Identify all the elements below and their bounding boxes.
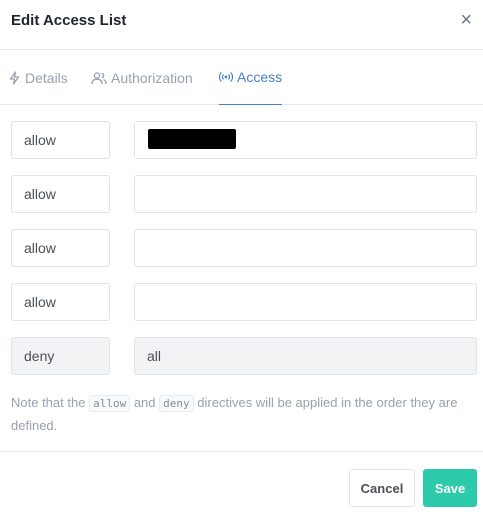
address-input[interactable] bbox=[134, 229, 477, 267]
modal-header: Edit Access List × bbox=[0, 0, 483, 50]
tab-authorization[interactable]: Authorization bbox=[91, 50, 193, 105]
access-rule-row: allow bbox=[11, 175, 477, 213]
access-rule-row: allow bbox=[11, 229, 477, 267]
access-rule-row: allow bbox=[11, 283, 477, 321]
address-input[interactable] bbox=[134, 121, 477, 159]
bolt-icon bbox=[8, 70, 21, 85]
code-deny: deny bbox=[159, 395, 194, 412]
directive-select[interactable]: allow bbox=[11, 175, 110, 213]
cancel-button[interactable]: Cancel bbox=[349, 469, 415, 507]
directive-select[interactable]: allow bbox=[11, 229, 110, 267]
modal-footer: Cancel Save bbox=[0, 451, 483, 516]
tab-bar: Details Authorization Access bbox=[0, 50, 483, 105]
users-icon bbox=[91, 71, 107, 85]
tab-details-label: Details bbox=[25, 69, 68, 86]
order-note: Note that the allow and deny directives … bbox=[11, 395, 458, 433]
address-input[interactable] bbox=[134, 175, 477, 213]
directive-select[interactable]: allow bbox=[11, 121, 110, 159]
code-allow: allow bbox=[89, 395, 131, 412]
address-input[interactable] bbox=[134, 283, 477, 321]
directive-select: deny bbox=[11, 337, 110, 375]
access-rule-row: allow bbox=[11, 121, 477, 159]
directive-select[interactable]: allow bbox=[11, 283, 110, 321]
tab-access-label: Access bbox=[237, 69, 283, 85]
save-button[interactable]: Save bbox=[423, 469, 477, 507]
tab-details[interactable]: Details bbox=[8, 50, 68, 105]
modal-title: Edit Access List bbox=[11, 12, 127, 29]
broadcast-icon bbox=[219, 71, 233, 83]
close-icon[interactable]: × bbox=[460, 10, 472, 30]
redacted-value bbox=[148, 129, 236, 149]
tab-access[interactable]: Access bbox=[219, 50, 283, 105]
tab-authorization-label: Authorization bbox=[111, 69, 193, 86]
access-rule-row-default: deny all bbox=[11, 337, 477, 375]
address-input: all bbox=[134, 337, 477, 375]
